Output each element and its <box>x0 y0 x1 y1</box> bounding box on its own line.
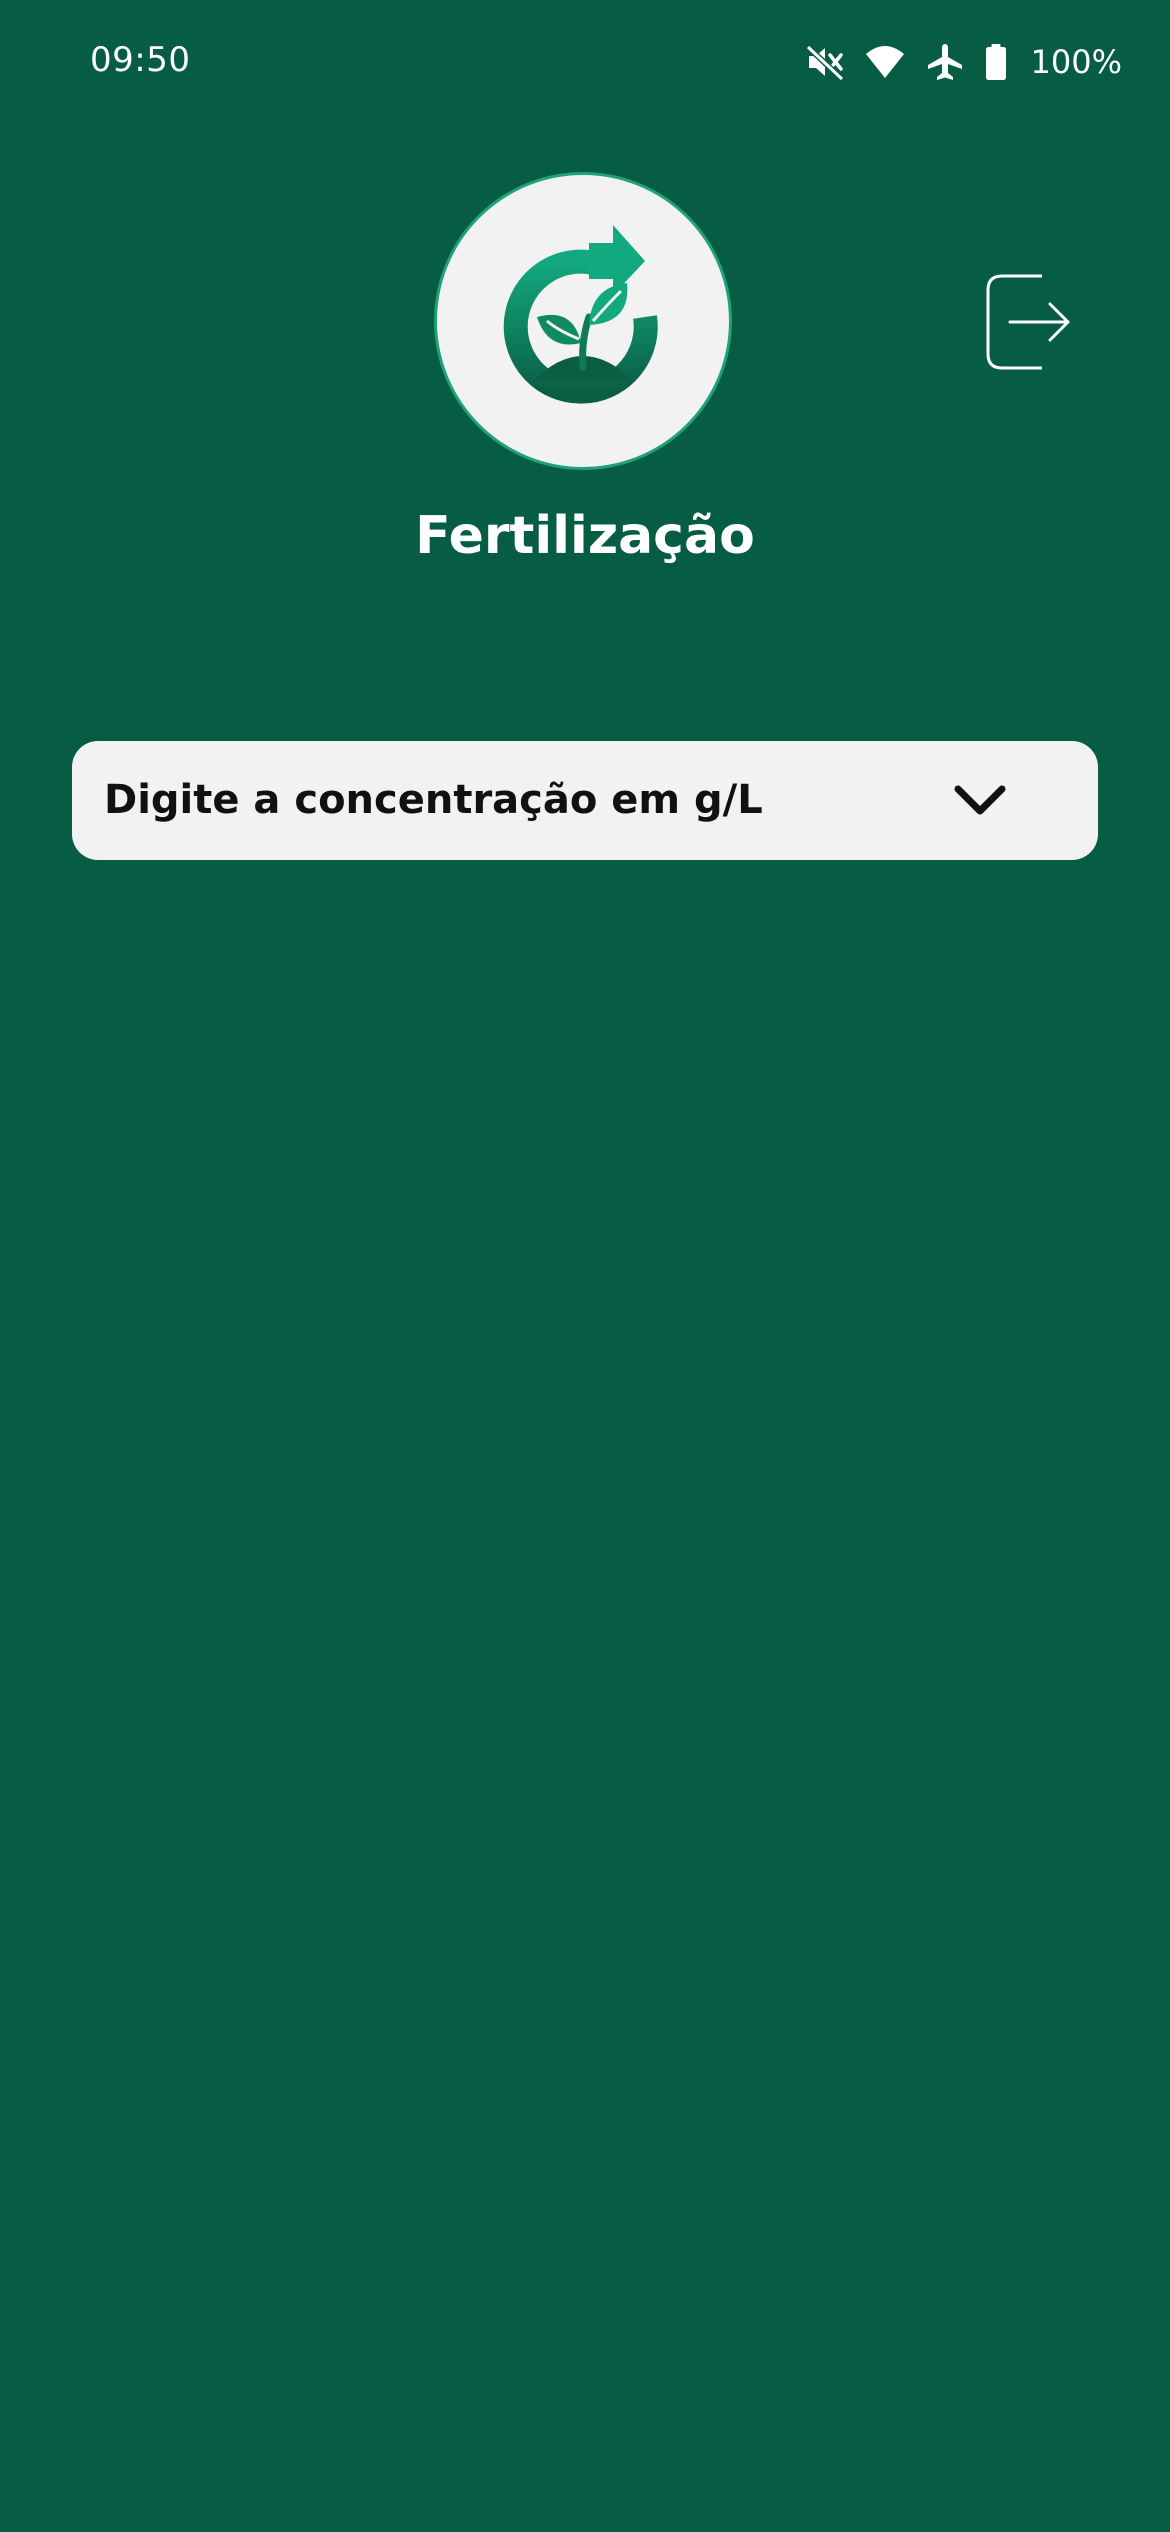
wifi-icon <box>865 44 905 80</box>
page-title: Fertilização <box>415 506 755 566</box>
battery-percent: 100% <box>1030 43 1122 81</box>
status-time: 09:50 <box>90 40 191 80</box>
status-icons: 100% <box>805 38 1122 86</box>
logout-button[interactable] <box>984 272 1074 372</box>
concentration-dropdown[interactable]: Digite a concentração em g/L <box>72 741 1098 860</box>
app-logo <box>434 172 732 470</box>
battery-icon <box>985 44 1007 80</box>
logout-icon <box>986 274 1070 370</box>
mute-icon <box>805 42 845 82</box>
concentration-dropdown-placeholder: Digite a concentração em g/L <box>104 777 763 823</box>
chevron-down-icon <box>954 785 1006 815</box>
status-bar: 09:50 100% <box>0 0 1170 130</box>
plant-cycle-icon <box>503 225 658 404</box>
airplane-icon <box>925 42 965 82</box>
